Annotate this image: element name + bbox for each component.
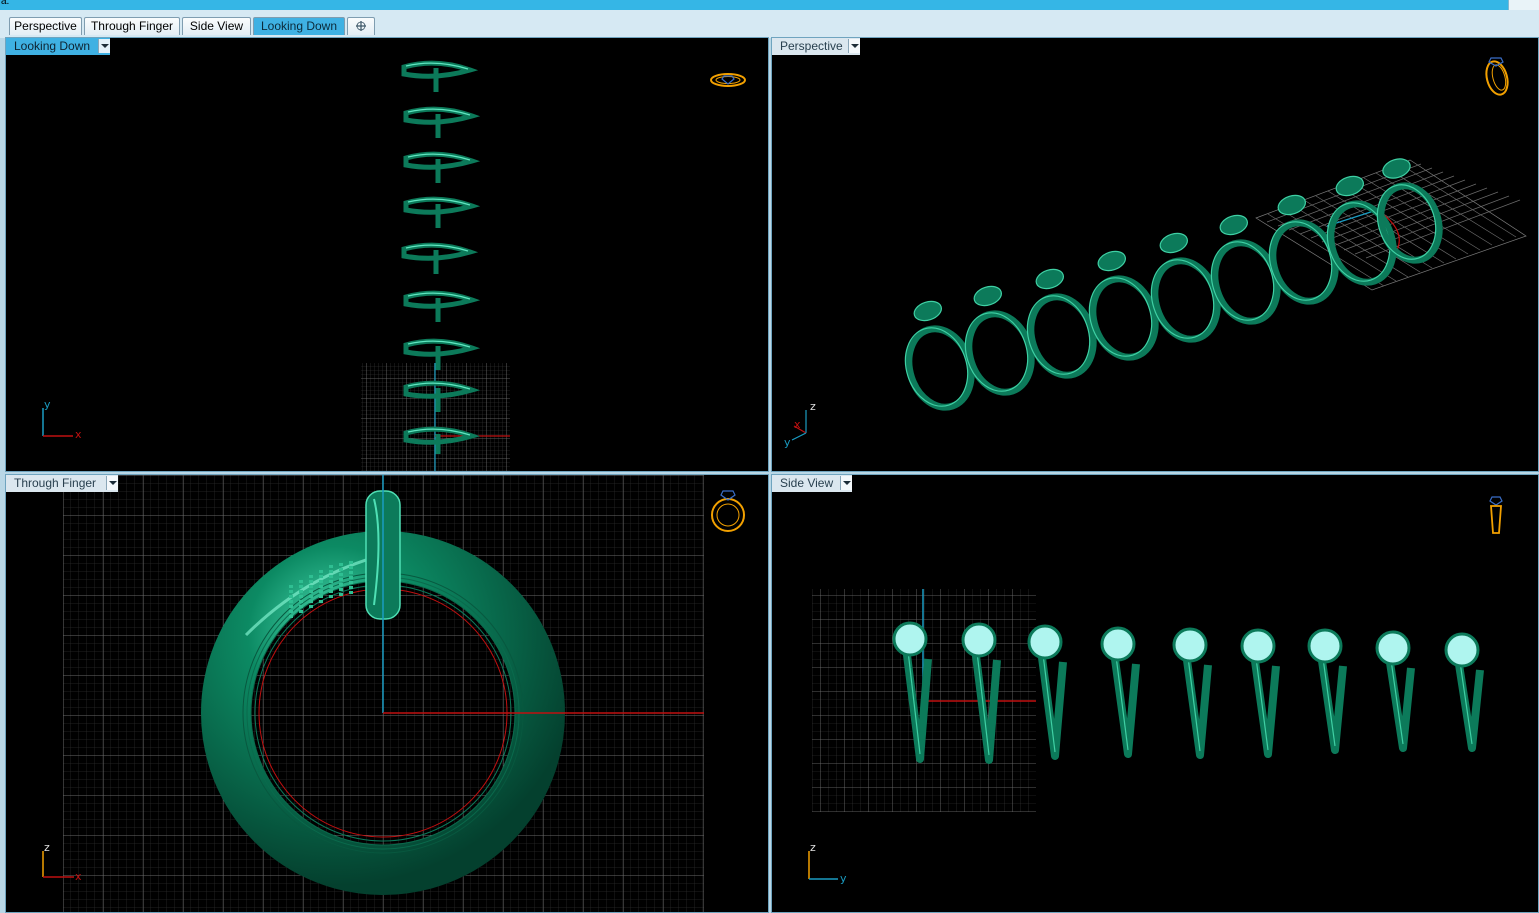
viewport-label-looking-down[interactable]: Looking Down	[6, 38, 110, 55]
ring-perspective-icon[interactable]	[1483, 57, 1511, 97]
ring-top-6	[403, 290, 481, 322]
viewport-label-through-finger[interactable]: Through Finger	[6, 475, 118, 492]
looking-down-scene: y x	[42, 60, 746, 471]
axis-label-b: y	[840, 872, 847, 885]
through-finger-scene: z x	[42, 475, 745, 912]
tab-looking-down[interactable]: Looking Down	[253, 17, 345, 35]
axis-label-a: z	[44, 841, 50, 854]
axis-indicator: z x y	[784, 400, 816, 449]
axis-label-a: z	[810, 400, 816, 413]
viewport-looking-down[interactable]: y x Looking Down	[5, 37, 769, 472]
ring-top-4	[403, 196, 481, 228]
ring-side-6	[1240, 628, 1280, 758]
axis-label-c: y	[784, 436, 791, 449]
ring-top-icon[interactable]	[710, 73, 746, 87]
viewport-label-side-view[interactable]: Side View	[772, 475, 852, 492]
tab-side-view[interactable]: Side View	[182, 17, 251, 35]
viewport-label-text: Side View	[780, 476, 834, 490]
tab-through-finger[interactable]: Through Finger	[84, 17, 180, 35]
viewport-perspective[interactable]: z x y Perspective	[771, 37, 1539, 472]
window-title: a.	[1, 0, 10, 7]
axis-indicator: y x	[42, 398, 82, 441]
ring-side-4	[1100, 626, 1140, 758]
title-bar: a.	[0, 0, 1539, 10]
axis-label-b: x	[75, 870, 82, 883]
add-tab-button[interactable]	[347, 17, 375, 35]
viewport-label-text: Looking Down	[14, 39, 91, 53]
ring-top-2	[403, 106, 481, 138]
construction-grid	[361, 363, 510, 471]
viewport-label-text: Perspective	[780, 39, 843, 53]
ring-array-perspective	[904, 158, 1443, 411]
chevron-down-icon[interactable]	[106, 476, 118, 490]
ring-top-1	[401, 60, 479, 92]
ring-top-3	[403, 151, 481, 183]
ring-front-icon[interactable]	[711, 490, 745, 532]
ring-side-icon[interactable]	[1489, 496, 1503, 534]
viewport-label-text: Through Finger	[14, 476, 97, 490]
axis-label-a: y	[44, 398, 51, 411]
axis-label-b: x	[75, 428, 82, 441]
side-view-scene: z y	[808, 496, 1503, 885]
ring-side-8	[1375, 630, 1415, 752]
viewport-label-perspective[interactable]: Perspective	[772, 38, 860, 55]
ring-persp-3	[1026, 268, 1097, 379]
tab-perspective[interactable]: Perspective	[9, 17, 82, 35]
chevron-down-icon[interactable]	[98, 39, 110, 53]
viewport-side-view[interactable]: z y Side View	[771, 474, 1539, 913]
window-controls[interactable]	[1508, 0, 1539, 10]
axis-label-a: z	[810, 841, 816, 854]
ring-side-9	[1444, 632, 1484, 752]
axis-indicator: z y	[808, 841, 847, 885]
viewport-tab-strip: Perspective Through Finger Side View Loo…	[0, 10, 1539, 38]
axis-label-b: x	[794, 418, 801, 431]
ring-persp-4	[1088, 250, 1159, 361]
chevron-down-icon[interactable]	[848, 39, 860, 53]
add-tab-icon	[356, 21, 366, 31]
ring-top-5	[401, 242, 479, 274]
ring-side-5	[1172, 627, 1212, 759]
ring-side-7	[1307, 628, 1347, 754]
viewport-through-finger[interactable]: z x Through Finger	[5, 474, 769, 913]
chevron-down-icon[interactable]	[840, 476, 852, 490]
perspective-scene: z x y	[784, 57, 1527, 449]
